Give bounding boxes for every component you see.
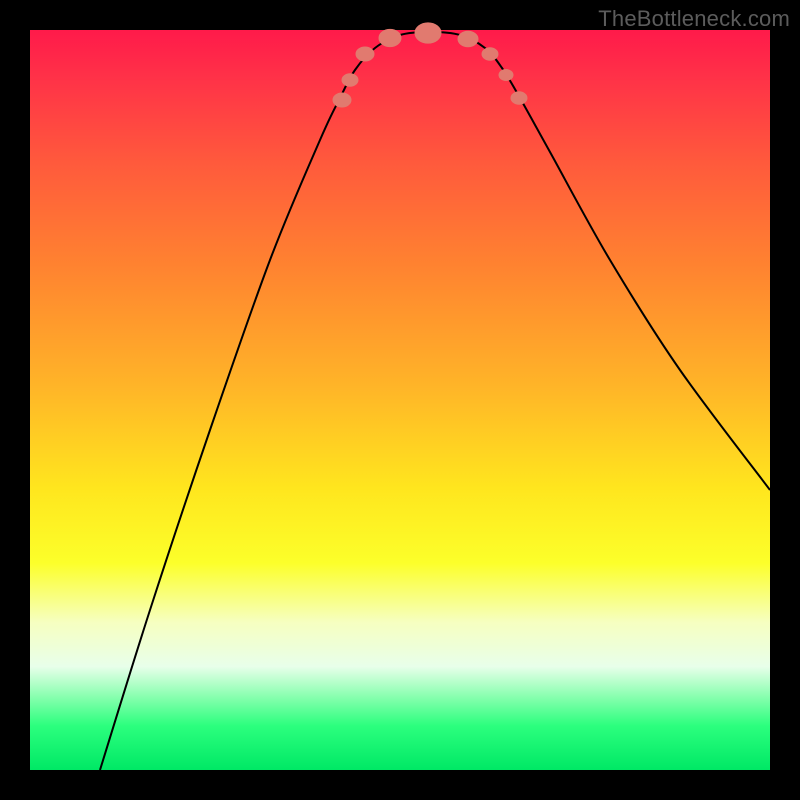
curve-marker	[458, 31, 478, 47]
chart-frame	[30, 30, 770, 770]
curve-marker	[511, 92, 527, 104]
curve-marker	[415, 23, 441, 43]
curve-marker	[379, 29, 401, 46]
watermark-text: TheBottleneck.com	[598, 6, 790, 32]
curve-markers	[333, 23, 527, 107]
curve-marker	[499, 70, 513, 81]
curve-marker	[356, 47, 374, 61]
curve-marker	[333, 93, 351, 107]
chart-svg	[30, 30, 770, 770]
bottleneck-curve	[100, 32, 770, 770]
curve-marker	[482, 48, 498, 60]
curve-marker	[342, 74, 358, 86]
